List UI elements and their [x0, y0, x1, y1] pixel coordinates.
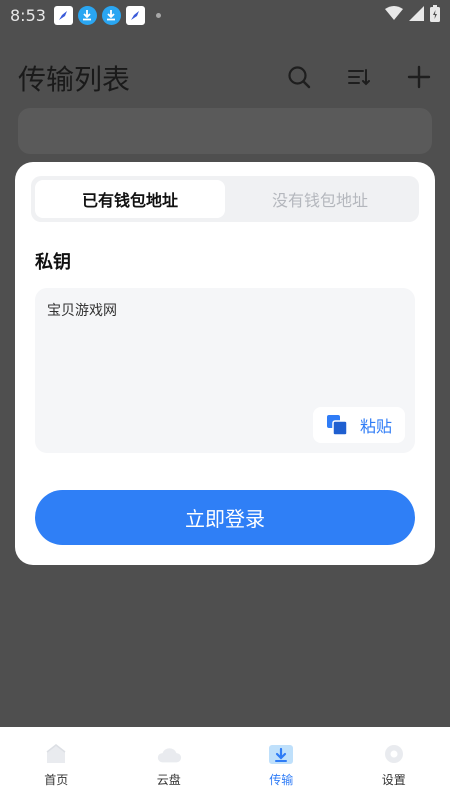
paste-icon [326, 414, 348, 436]
status-bar: 8:53 [0, 0, 450, 30]
wallet-tab-switch: 已有钱包地址 没有钱包地址 [31, 176, 419, 222]
transfer-icon [268, 741, 294, 767]
system-icons [385, 4, 440, 26]
add-icon[interactable] [402, 60, 436, 94]
tab-no-wallet[interactable]: 没有钱包地址 [225, 180, 415, 218]
home-icon [43, 741, 69, 767]
paste-button[interactable]: 粘贴 [313, 407, 405, 443]
nav-label-settings: 设置 [381, 773, 406, 787]
download-icon [101, 5, 121, 25]
dimmed-banner [18, 108, 432, 154]
wifi-icon [385, 5, 403, 25]
paste-label: 粘贴 [359, 417, 392, 436]
nav-label-transfer: 传输 [269, 773, 294, 787]
search-icon[interactable] [282, 60, 316, 94]
tab-has-wallet[interactable]: 已有钱包地址 [35, 180, 225, 218]
nav-label-home: 首页 [44, 773, 69, 787]
cloud-icon [156, 741, 182, 767]
header-actions [282, 60, 436, 94]
status-time: 8:53 [10, 5, 46, 25]
battery-icon [430, 4, 440, 26]
signal-icon [409, 5, 424, 25]
nav-item-cloud[interactable]: 云盘 [113, 727, 226, 800]
private-key-value: 宝贝游戏网 [47, 303, 117, 319]
nav-item-home[interactable]: 首页 [0, 727, 113, 800]
nav-item-settings[interactable]: 设置 [338, 727, 450, 800]
login-modal: 已有钱包地址 没有钱包地址 私钥 宝贝游戏网 粘贴 立即登录 [15, 162, 435, 565]
private-key-label: 私钥 [35, 252, 71, 273]
more-notifications-icon [155, 12, 161, 18]
rocket-app-icon [125, 5, 145, 25]
bottom-nav: 首页 云盘 传输 设置 [0, 727, 450, 800]
notification-icons [53, 5, 161, 25]
login-button[interactable]: 立即登录 [35, 490, 415, 545]
nav-label-cloud: 云盘 [156, 773, 181, 787]
rocket-app-icon [53, 5, 73, 25]
nav-item-transfer[interactable]: 传输 [225, 727, 338, 800]
settings-icon [381, 741, 407, 767]
page-title: 传输列表 [18, 63, 131, 96]
private-key-input[interactable]: 宝贝游戏网 粘贴 [35, 288, 415, 453]
download-icon [77, 5, 97, 25]
sort-icon[interactable] [342, 60, 376, 94]
